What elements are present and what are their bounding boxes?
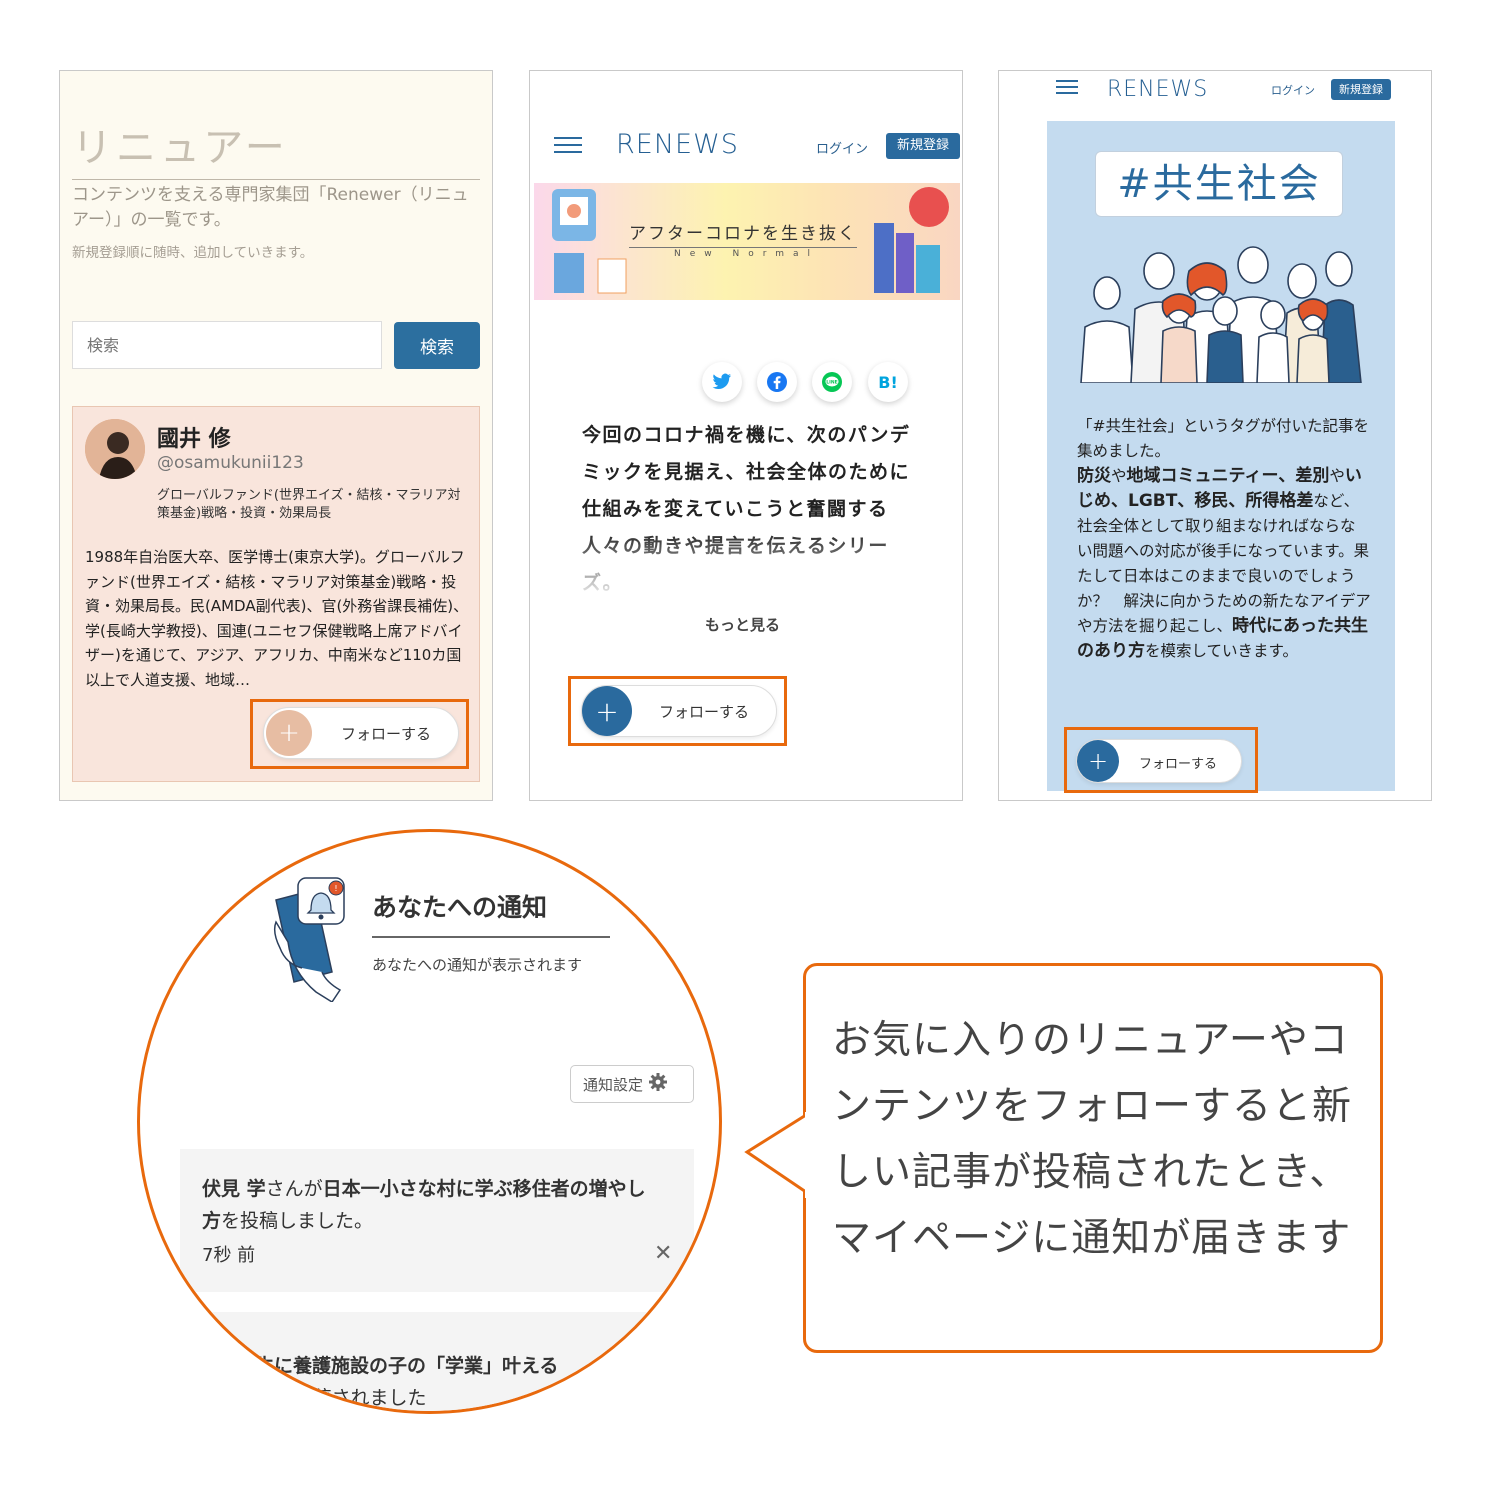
notification-item[interactable]: 生に養護施設の子の「学業」叶える 2)が投稿されました xyxy=(180,1312,695,1411)
renewer-list-screen: リニュアー コンテンツを支える専門家集団「Renewer（リニュアー）」の一覧で… xyxy=(59,70,493,801)
notification-subtitle: あなたへの通知が表示されます xyxy=(372,956,583,974)
hamburger-menu-icon[interactable] xyxy=(1056,80,1078,94)
tag-title: #共生社会 xyxy=(1095,151,1343,217)
twitter-icon[interactable] xyxy=(702,362,742,402)
hamburger-menu-icon[interactable] xyxy=(554,137,582,155)
phone-notification-icon: ! xyxy=(273,877,345,1002)
notification-message: 伏見 学さんが日本一小さな村に学ぶ移住者の増やし方を投稿しました。 xyxy=(202,1173,662,1237)
banner-title: アフターコロナを生き抜く xyxy=(629,219,857,248)
renewer-name: 國井 修 xyxy=(157,427,231,452)
title-divider xyxy=(372,936,610,938)
svg-text:LINE: LINE xyxy=(826,380,837,386)
gear-icon xyxy=(649,1073,668,1095)
login-link[interactable]: ログイン xyxy=(816,138,868,157)
site-logo[interactable]: RENEWS xyxy=(1107,77,1208,102)
settings-label: 通知設定 xyxy=(583,1075,644,1094)
search-button[interactable]: 検索 xyxy=(394,322,480,369)
notification-title: あなたへの通知 xyxy=(372,893,548,922)
notification-article-link[interactable]: 生に養護施設の子の「学業」叶える xyxy=(255,1355,558,1377)
signup-button[interactable]: 新規登録 xyxy=(886,133,960,159)
follow-label: フォローする xyxy=(341,725,432,743)
notification-text: を投稿しました。 xyxy=(221,1210,374,1232)
renewer-handle: @osamukunii123 xyxy=(157,453,304,473)
line-icon[interactable]: LINE xyxy=(812,362,852,402)
tag-text-body: など、社会全体として取り組まなければならない問題への対応が後手になっています。果… xyxy=(1077,492,1371,635)
tag-text-connector: や xyxy=(1329,467,1345,485)
tag-text-connector: や xyxy=(1111,467,1127,485)
notification-message: 生に養護施設の子の「学業」叶える 2)が投稿されました xyxy=(255,1350,695,1411)
renewer-bio: 1988年自治医大卒、医学博士(東京大学)。グローバルファンド(世界エイズ・結核… xyxy=(85,548,469,689)
series-banner: アフターコロナを生き抜く New Normal xyxy=(534,183,960,300)
notification-text: さんが xyxy=(265,1178,323,1200)
tag-text-intro: 「#共生社会」というタグが付いた記事を集めました。 xyxy=(1077,417,1369,460)
notification-text: 2)が投稿されました xyxy=(255,1387,427,1409)
signup-button[interactable]: 新規登録 xyxy=(1331,79,1391,100)
notification-item[interactable]: 伏見 学さんが日本一小さな村に学ぶ移住者の増やし方を投稿しました。 7秒 前 ✕ xyxy=(180,1149,694,1292)
plus-icon: + xyxy=(582,686,632,736)
series-screen: RENEWS ログイン 新規登録 アフターコロナを生き抜く New Normal… xyxy=(529,70,963,801)
notification-user[interactable]: 伏見 学 xyxy=(202,1178,266,1200)
tag-screen: RENEWS ログイン 新規登録 #共生社会 「#共生社会」というタグが付いた記… xyxy=(998,70,1432,801)
plus-icon: + xyxy=(1077,740,1119,782)
tag-description: 「#共生社会」というタグが付いた記事を集めました。 防災や地域コミュニティー、差… xyxy=(1077,414,1371,664)
tag-keyword: 防災 xyxy=(1077,466,1111,486)
tag-text-end: を模索していきます。 xyxy=(1145,642,1298,660)
text-fade xyxy=(570,531,930,601)
more-link[interactable]: もっと見る xyxy=(705,614,780,635)
login-link[interactable]: ログイン xyxy=(1271,82,1315,98)
page-note: 新規登録順に随時、追加していきます。 xyxy=(72,245,314,261)
callout-tail xyxy=(744,1112,808,1198)
notification-zoom: ! あなたへの通知 あなたへの通知が表示されます 通知設定 伏見 学さんが日本一… xyxy=(137,829,722,1414)
callout-text: お気に入りのリニュアーやコンテンツをフォローすると新しい記事が投稿されたとき、マ… xyxy=(832,1018,1353,1261)
plus-icon: + xyxy=(266,710,312,756)
hatena-icon[interactable]: B! xyxy=(868,362,908,402)
svg-text:!: ! xyxy=(334,884,337,893)
follow-button[interactable]: + フォローする xyxy=(581,685,777,737)
follow-button[interactable]: + フォローする xyxy=(263,707,459,759)
banner-subtitle: New Normal xyxy=(674,249,820,259)
facebook-icon[interactable] xyxy=(757,362,797,402)
notification-settings-button[interactable]: 通知設定 xyxy=(570,1065,694,1103)
tag-keyword: 地域コミュニティー、差別 xyxy=(1126,466,1330,486)
notification-time: 7秒 前 xyxy=(202,1245,256,1266)
callout-box: お気に入りのリニュアーやコンテンツをフォローすると新しい記事が投稿されたとき、マ… xyxy=(803,963,1383,1353)
follow-label: フォローする xyxy=(1139,757,1218,772)
avatar xyxy=(85,419,145,479)
follow-label: フォローする xyxy=(659,703,750,721)
close-icon[interactable]: ✕ xyxy=(654,1241,672,1266)
page-description: コンテンツを支える専門家集団「Renewer（リニュアー）」の一覧です。 xyxy=(72,185,469,230)
follow-button[interactable]: + フォローする xyxy=(1076,739,1242,783)
site-logo[interactable]: RENEWS xyxy=(616,129,739,160)
people-illustration xyxy=(1080,246,1362,383)
page-title: リニュアー xyxy=(72,115,480,180)
renewer-role: グローバルファンド(世界エイズ・結核・マラリア対策基金)戦略・投資・効果局長 xyxy=(157,488,461,521)
search-input[interactable] xyxy=(72,321,382,369)
